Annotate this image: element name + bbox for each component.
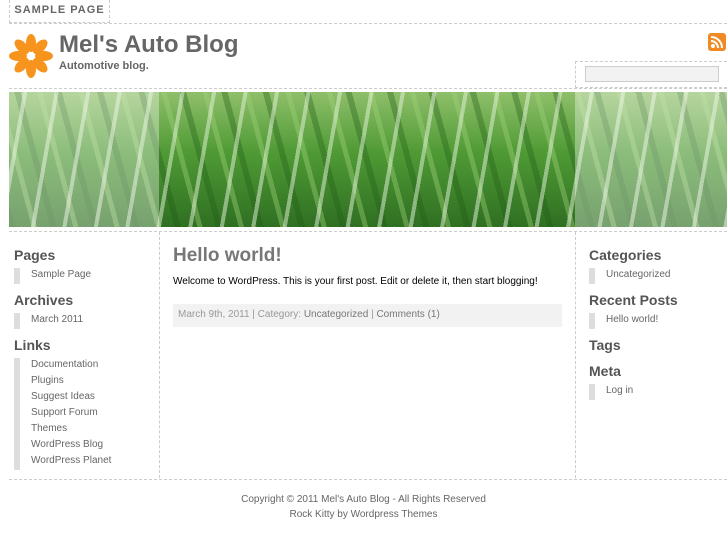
link-wordpress-planet[interactable]: WordPress Planet: [14, 454, 154, 470]
archive-link[interactable]: March 2011: [14, 313, 154, 329]
link-wordpress-blog[interactable]: WordPress Blog: [14, 438, 154, 454]
comments-link[interactable]: Comments (1): [376, 309, 439, 320]
category-link[interactable]: Uncategorized: [589, 268, 719, 284]
right-sidebar: Categories Uncategorized Recent Posts He…: [589, 247, 719, 408]
archives-heading: Archives: [14, 292, 74, 308]
link-plugins[interactable]: Plugins: [14, 374, 154, 390]
post-meta: March 9th, 2011 | Category: Uncategorize…: [173, 304, 562, 327]
search-box: [575, 61, 727, 88]
meta-heading: Meta: [589, 363, 621, 379]
divider: [9, 23, 727, 24]
footer-copyright: Copyright © 2011 Mel's Auto Blog - All R…: [241, 494, 486, 505]
category-link[interactable]: Uncategorized: [304, 309, 368, 320]
divider: [9, 88, 727, 89]
rss-icon[interactable]: [708, 33, 726, 51]
site-title[interactable]: Mel's Auto Blog: [59, 31, 238, 59]
nav-sample-page[interactable]: SAMPLE PAGE: [9, 0, 110, 23]
link-documentation[interactable]: Documentation: [14, 358, 154, 374]
footer-credit[interactable]: Rock Kitty by Wordpress Themes: [0, 509, 727, 520]
divider: [575, 232, 576, 478]
flower-logo-icon: [9, 34, 53, 78]
divider: [159, 232, 160, 478]
link-support-forum[interactable]: Support Forum: [14, 406, 154, 422]
link-themes[interactable]: Themes: [14, 422, 154, 438]
pages-heading: Pages: [14, 247, 56, 263]
divider: [9, 231, 727, 232]
page-link[interactable]: Sample Page: [14, 268, 154, 284]
header-banner-image: [9, 92, 727, 227]
categories-heading: Categories: [589, 247, 662, 263]
links-heading: Links: [14, 337, 51, 353]
divider: [9, 479, 727, 480]
site-tagline: Automotive blog.: [59, 60, 149, 72]
post-date: March 9th, 2011 | Category:: [178, 309, 304, 320]
recent-posts-heading: Recent Posts: [589, 292, 678, 308]
post-body: Welcome to WordPress. This is your first…: [173, 276, 538, 287]
search-input[interactable]: [585, 66, 719, 82]
post-title[interactable]: Hello world!: [173, 245, 282, 267]
tags-heading: Tags: [589, 337, 621, 353]
recent-post-link[interactable]: Hello world!: [589, 313, 719, 329]
left-sidebar: Pages Sample Page Archives March 2011 Li…: [14, 247, 154, 478]
link-suggest-ideas[interactable]: Suggest Ideas: [14, 390, 154, 406]
login-link[interactable]: Log in: [589, 384, 719, 400]
